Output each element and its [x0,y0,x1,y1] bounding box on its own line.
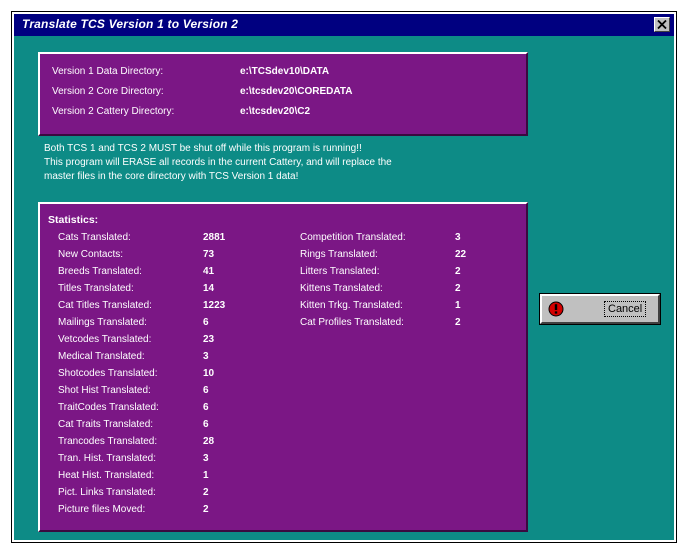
stat-label: Shot Hist Translated: [58,385,151,396]
stat-value: 6 [203,317,209,328]
stat-value: 10 [203,368,215,379]
stat-value: 3 [203,453,209,464]
stat-label: Cat Profiles Translated: [300,317,404,328]
stat-label: Shotcodes Translated: [58,368,158,379]
stat-label: Rings Translated: [300,249,378,260]
stat-label: Mailings Translated: [58,317,147,328]
stat-label: Trancodes Translated: [58,436,158,447]
stat-label: Heat Hist. Translated: [58,470,155,481]
stat-value: 2881 [203,232,226,243]
warning-message: Both TCS 1 and TCS 2 MUST be shut off wh… [44,142,534,184]
stat-value: 23 [203,334,215,345]
stat-label: Vetcodes Translated: [58,334,152,345]
cancel-button-label: Cancel [604,301,647,317]
stat-label: Kittens Translated: [300,283,383,294]
stat-value: 1 [455,300,461,311]
statistics-heading: Statistics: [48,214,99,226]
stat-value: 14 [203,283,215,294]
stat-label: Competition Translated: [300,232,406,243]
window-title: Translate TCS Version 1 to Version 2 [22,17,239,31]
stat-value: 3 [455,232,461,243]
directory-label: Version 1 Data Directory: [52,66,164,77]
stat-value: 28 [203,436,215,447]
stat-value: 1223 [203,300,226,311]
stat-value: 22 [455,249,467,260]
warning-line: master files in the core directory with … [44,171,299,182]
stat-label: Cat Traits Translated: [58,419,154,430]
stat-label: Tran. Hist. Translated: [58,453,156,464]
stat-value: 6 [203,402,209,413]
stat-value: 6 [203,419,209,430]
directory-path: e:\tcsdev20\COREDATA [240,86,353,97]
stat-label: Titles Translated: [58,283,134,294]
translate-dialog: Translate TCS Version 1 to Version 2 Ver… [11,11,677,543]
close-icon [657,20,667,29]
stat-label: Cats Translated: [58,232,131,243]
directory-label: Version 2 Cattery Directory: [52,106,175,117]
stat-value: 2 [203,504,209,515]
stop-icon [548,301,564,317]
title-bar[interactable]: Translate TCS Version 1 to Version 2 [14,14,674,36]
stat-value: 41 [203,266,215,277]
stat-label: Medical Translated: [58,351,145,362]
warning-line: Both TCS 1 and TCS 2 MUST be shut off wh… [44,143,362,154]
stat-value: 2 [455,317,461,328]
stat-value: 1 [203,470,209,481]
stat-label: Cat Titles Translated: [58,300,152,311]
stat-label: TraitCodes Translated: [58,402,159,413]
directory-path: e:\TCSdev10\DATA [240,66,330,77]
stat-value: 2 [455,283,461,294]
stat-label: Litters Translated: [300,266,380,277]
cancel-button[interactable]: Cancel [539,293,661,325]
stat-value: 6 [203,385,209,396]
statistics-panel: Statistics: Cats Translated: 2881 New Co… [38,202,528,532]
close-button[interactable] [654,17,670,32]
stat-label: Picture files Moved: [58,504,146,515]
stat-value: 73 [203,249,215,260]
stat-value: 2 [203,487,209,498]
directory-path: e:\tcsdev20\C2 [240,106,311,117]
stat-value: 3 [203,351,209,362]
stat-label: New Contacts: [58,249,124,260]
directory-label: Version 2 Core Directory: [52,86,164,97]
stat-value: 2 [455,266,461,277]
directories-panel: Version 1 Data Directory: e:\TCSdev10\DA… [38,52,528,136]
warning-line: This program will ERASE all records in t… [44,157,392,168]
stat-label: Kitten Trkg. Translated: [300,300,403,311]
stat-label: Breeds Translated: [58,266,142,277]
stat-label: Pict. Links Translated: [58,487,156,498]
